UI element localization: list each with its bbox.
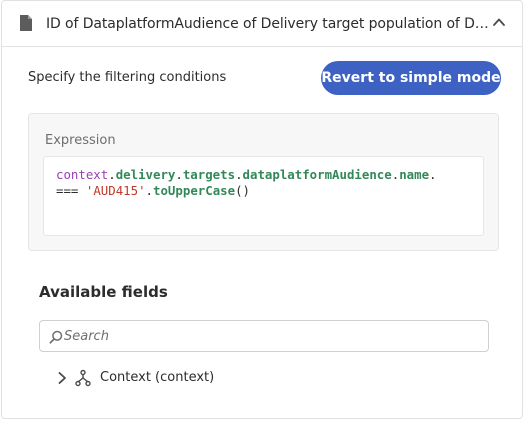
- panel-header: ID of DataplatformAudience of Delivery t…: [2, 1, 522, 47]
- code-token-function: toUpperCase: [153, 183, 236, 198]
- tree-item-label: Context (context): [100, 370, 215, 385]
- revert-to-simple-mode-button[interactable]: Revert to simple mode: [321, 61, 501, 95]
- code-token-audience: dataplatformAudience: [242, 167, 392, 182]
- tree-item-context[interactable]: Context (context): [54, 367, 354, 389]
- code-line-2: === 'AUD415'.toUpperCase(): [56, 183, 250, 199]
- panel-title: ID of DataplatformAudience of Delivery t…: [46, 16, 492, 32]
- search-input[interactable]: [64, 321, 474, 351]
- search-icon: [49, 330, 63, 344]
- code-token-string: 'AUD415': [85, 183, 146, 198]
- document-icon: [20, 15, 32, 31]
- chevron-right-icon[interactable]: [56, 371, 68, 385]
- code-line-1: context.delivery.targets.dataplatformAud…: [56, 167, 437, 183]
- code-token-parens: (): [235, 183, 250, 198]
- filter-subtitle: Specify the filtering conditions: [28, 70, 227, 85]
- schema-tree-icon: [75, 369, 91, 387]
- code-token-targets: targets: [182, 167, 236, 182]
- code-token-name: name: [399, 167, 430, 182]
- expression-editor[interactable]: context.delivery.targets.dataplatformAud…: [43, 156, 484, 236]
- code-token-dot: .: [145, 183, 154, 198]
- code-token-dot: .: [429, 167, 437, 182]
- expression-box: Expression context.delivery.targets.data…: [28, 113, 499, 251]
- search-field: [39, 320, 489, 352]
- code-token-context: context: [56, 167, 109, 182]
- code-token-operator: ===: [56, 183, 79, 198]
- available-fields-title: Available fields: [39, 283, 168, 301]
- code-token-dot: .: [235, 167, 243, 182]
- filter-panel: ID of DataplatformAudience of Delivery t…: [1, 0, 523, 419]
- expression-label: Expression: [45, 133, 116, 148]
- code-token-dot: .: [108, 167, 116, 182]
- code-token-delivery: delivery: [115, 167, 176, 182]
- chevron-up-icon[interactable]: [492, 15, 506, 29]
- code-token-dot: .: [175, 167, 183, 182]
